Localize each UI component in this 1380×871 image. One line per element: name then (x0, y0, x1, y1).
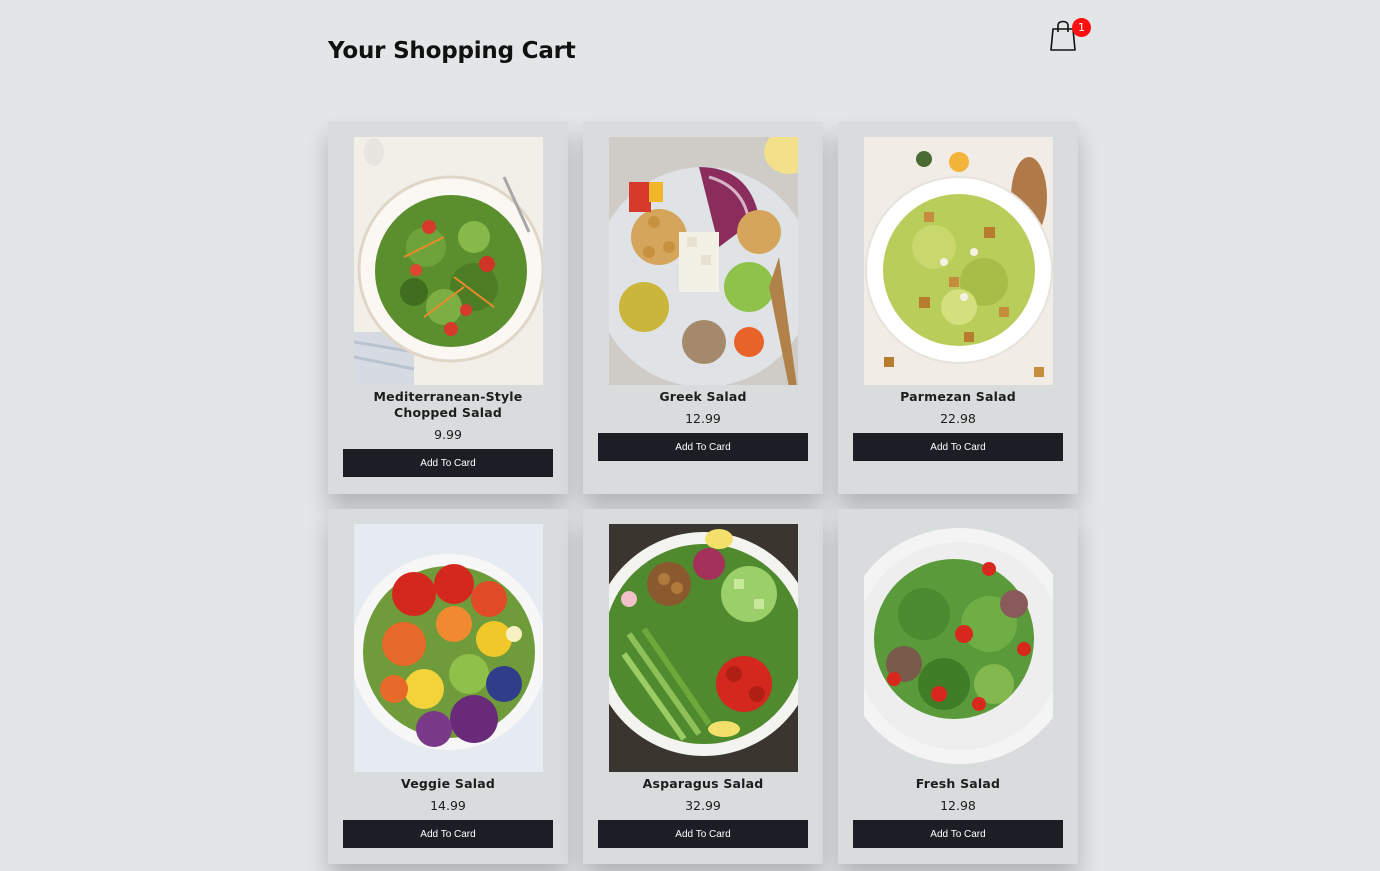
cart-button[interactable]: 1 (1046, 17, 1096, 57)
product-price: 12.98 (940, 798, 976, 813)
add-to-card-button[interactable]: Add To Card (853, 433, 1063, 461)
product-name: Veggie Salad (401, 776, 495, 791)
shopping-cart-page: Your Shopping Cart 1 Mediterranean-Style… (0, 0, 1380, 871)
product-image-greek-salad (608, 137, 798, 385)
product-image-veggie-salad (353, 524, 543, 772)
add-to-card-button[interactable]: Add To Card (598, 820, 808, 848)
product-image-parmezan-salad (863, 137, 1053, 385)
product-image-fresh-salad (863, 524, 1053, 772)
product-card: Parmezan Salad 22.98 Add To Card (838, 122, 1078, 494)
product-image-asparagus-salad (608, 524, 798, 772)
page-title: Your Shopping Cart (328, 38, 576, 64)
product-card: Mediterranean-Style Chopped Salad 9.99 A… (328, 122, 568, 494)
product-price: 22.98 (940, 411, 976, 426)
product-image-mediterranean-salad (353, 137, 543, 385)
product-card: Greek Salad 12.99 Add To Card (583, 122, 823, 494)
product-price: 12.99 (685, 411, 721, 426)
product-name: Greek Salad (659, 389, 747, 404)
product-name: Mediterranean-Style Chopped Salad (373, 389, 523, 420)
product-price: 32.99 (685, 798, 721, 813)
cart-count-badge: 1 (1072, 18, 1091, 37)
product-card: Asparagus Salad 32.99 Add To Card (583, 509, 823, 864)
product-grid: Mediterranean-Style Chopped Salad 9.99 A… (328, 122, 1078, 864)
add-to-card-button[interactable]: Add To Card (853, 820, 1063, 848)
add-to-card-button[interactable]: Add To Card (343, 449, 553, 477)
add-to-card-button[interactable]: Add To Card (598, 433, 808, 461)
product-price: 9.99 (434, 427, 462, 442)
product-price: 14.99 (430, 798, 466, 813)
product-card: Fresh Salad 12.98 Add To Card (838, 509, 1078, 864)
product-card: Veggie Salad 14.99 Add To Card (328, 509, 568, 864)
add-to-card-button[interactable]: Add To Card (343, 820, 553, 848)
product-name: Asparagus Salad (642, 776, 764, 791)
product-name: Fresh Salad (915, 776, 1001, 791)
product-name: Parmezan Salad (900, 389, 1016, 404)
